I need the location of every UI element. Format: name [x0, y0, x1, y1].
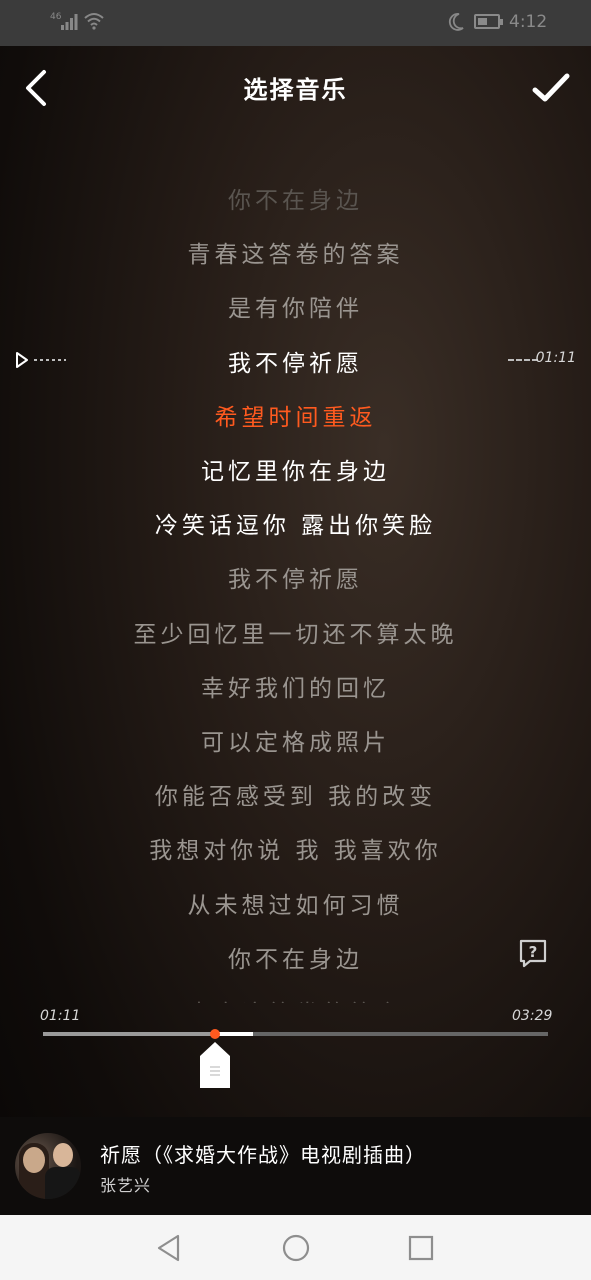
screen: 46 4:12 选择音乐 你不在身边 青春这答卷的答案 是有你陪伴 我不停祈愿 … [0, 0, 591, 1280]
progress-played [43, 1032, 215, 1036]
nav-recents-button[interactable] [406, 1233, 436, 1263]
page-title: 选择音乐 [243, 76, 348, 104]
lyrics-list[interactable]: 你不在身边 青春这答卷的答案 是有你陪伴 我不停祈愿 希望时间重返 记忆里你在身边 冷笑话逗… [0, 168, 591, 1003]
help-button[interactable]: ? [518, 938, 548, 968]
title-bar: 选择音乐 [0, 46, 591, 132]
checkmark-icon [532, 73, 570, 102]
moon-icon [448, 13, 464, 31]
now-playing-bar[interactable]: 祈愿（《求婚大作战》电视剧插曲） 张艺兴 [0, 1117, 591, 1215]
play-icon [16, 352, 66, 368]
selection-time-marker: 01:11 [508, 350, 582, 370]
lyric-line[interactable]: 青春这答卷的答案 [0, 994, 591, 1003]
status-bar: 46 4:12 [0, 0, 591, 46]
lyric-line[interactable]: 幸好我们的回忆 [0, 669, 591, 703]
song-artist: 张艺兴 [100, 1176, 152, 1195]
battery-icon [474, 14, 503, 29]
signal-icon [61, 14, 78, 30]
svg-text:?: ? [529, 943, 538, 961]
lyric-line[interactable]: 你能否感受到 我的改变 [0, 777, 591, 811]
play-selection-button[interactable] [14, 350, 74, 370]
lyric-line[interactable]: 是有你陪伴 [0, 289, 591, 323]
drag-handle[interactable] [198, 1040, 232, 1090]
lyric-line[interactable]: 至少回忆里一切还不算太晚 [0, 615, 591, 649]
confirm-button[interactable] [530, 68, 572, 108]
lyric-line[interactable]: 青春这答卷的答案 [0, 235, 591, 269]
lyric-line[interactable]: 我不停祈愿 [0, 344, 591, 378]
wifi-icon [84, 13, 104, 30]
drag-handle-icon [200, 1042, 230, 1088]
square-recents-icon [408, 1235, 434, 1261]
nav-back-button[interactable] [154, 1233, 184, 1263]
nav-home-button[interactable] [281, 1233, 311, 1263]
status-time: 4:12 [509, 12, 548, 32]
end-time-label: 03:29 [512, 1008, 553, 1024]
selection-time-label: 01:11 [535, 350, 576, 366]
circle-home-icon [282, 1234, 310, 1262]
lyric-line[interactable]: 记忆里你在身边 [0, 452, 591, 486]
question-bubble-icon: ? [519, 939, 547, 968]
song-title: 祈愿（《求婚大作战》电视剧插曲） [100, 1143, 426, 1167]
lyric-line[interactable]: 从未想过如何习惯 [0, 886, 591, 920]
progress-dot [210, 1029, 220, 1039]
album-art [15, 1133, 81, 1199]
lyric-line[interactable]: 你不在身边 [0, 181, 591, 215]
lyric-line[interactable]: 我不停祈愿 [0, 560, 591, 594]
system-nav-bar [0, 1215, 591, 1280]
progress-track[interactable] [43, 1029, 548, 1039]
marker-dash [508, 359, 538, 361]
triangle-back-icon [157, 1234, 180, 1262]
lyric-line[interactable]: 我想对你说 我 我喜欢你 [0, 831, 591, 865]
progress-selected [215, 1032, 253, 1036]
lyric-line[interactable]: 冷笑话逗你 露出你笑脸 [0, 506, 591, 540]
lyric-line[interactable]: 可以定格成照片 [0, 723, 591, 757]
start-time-label: 01:11 [40, 1008, 81, 1024]
lyric-line[interactable]: 你不在身边 [0, 940, 591, 974]
lyric-line-current[interactable]: 希望时间重返 [0, 398, 591, 432]
